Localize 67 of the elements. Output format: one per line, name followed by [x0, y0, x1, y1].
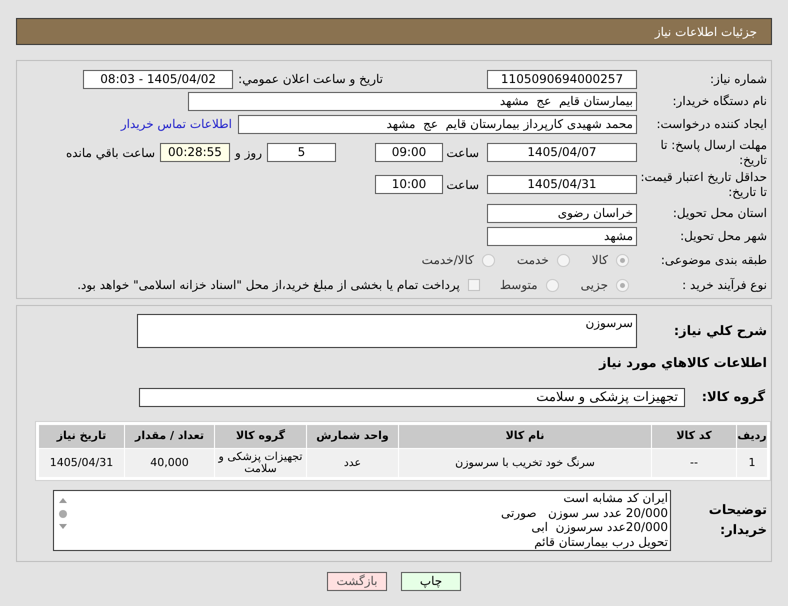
field-label: شماره نياز:	[709, 72, 768, 87]
column-header: تاريخ نياز	[38, 424, 124, 448]
label-text: كالا	[592, 252, 608, 270]
note-line: تحويل درب بيمارستان قائم	[533, 534, 668, 549]
text-field[interactable]: 1405/04/07	[487, 143, 637, 162]
label-text: ساعت باقي مانده	[66, 144, 155, 162]
text-field[interactable]: بيمارستان قايم عج مشهد	[188, 92, 637, 112]
field-label: استان محل تحويل:	[672, 206, 768, 221]
label-text: جزيی	[580, 277, 608, 294]
text-field[interactable]: 00:28:55	[160, 143, 230, 162]
field-label: ايجاد كننده درخواست:	[655, 116, 768, 132]
table-cell: عدد	[306, 448, 398, 478]
description-field[interactable]: سرسوزن	[137, 314, 637, 348]
table-cell: 1405/04/31	[38, 448, 124, 478]
text-field[interactable]: 1405/04/02 - 08:03	[83, 70, 234, 89]
text-field[interactable]: مشهد	[487, 227, 637, 246]
column-header: تعداد / مقدار	[124, 424, 214, 448]
text-field[interactable]: 1405/04/31	[487, 175, 637, 194]
table-cell: 1	[736, 448, 768, 478]
text-field[interactable]: 1105090694000257	[487, 70, 637, 89]
text-field[interactable]: تجهيزات پزشكی و سلامت	[139, 388, 685, 407]
text-field[interactable]: 5	[267, 143, 336, 162]
label-text: كالا/خدمت	[422, 252, 474, 270]
radio-button[interactable]	[482, 254, 495, 267]
label-text: متوسط	[500, 277, 538, 294]
label-text: ساعت	[445, 144, 479, 162]
field-label: شهر محل تحويل:	[679, 229, 768, 244]
column-header: واحد شمارش	[306, 424, 398, 448]
note-line: ايران كد مشابه است	[562, 491, 668, 506]
text-field[interactable]: محمد شهيدی كارپرداز بيمارستان قايم عج مشهد	[238, 114, 637, 134]
radio-button[interactable]	[616, 278, 629, 292]
label-text: روز و	[235, 144, 262, 162]
table-cell: تجهيزات پزشكی و سلامت	[214, 448, 306, 478]
note-line: 20/000 عدد سر سوزن صورتی	[501, 506, 668, 520]
header-title: جزئيات اطلاعات نياز	[654, 24, 757, 40]
field-label: شرح كلي نياز:	[672, 323, 768, 341]
field-label: مهلت ارسال پاسخ: تا تاريخ:	[659, 138, 768, 168]
table-cell: --	[652, 448, 736, 478]
text-field[interactable]: خراسان رضوی	[487, 204, 637, 223]
notes-field[interactable]: ايران كد مشابه است 20/000 عدد سر سوزن صورتی 20/000عدد سرسوزن ابی تحويل درب بيمارستان قائم	[53, 490, 671, 551]
checkbox[interactable]	[468, 279, 480, 292]
field-label: تاريخ و ساعت اعلان عمومي:	[238, 71, 383, 88]
label-text: پرداخت تمام يا بخشی از مبلغ خريد،از محل "اسناد خزانه اسلامی" خواهد بود.	[77, 277, 460, 294]
label-text: خدمت	[516, 252, 549, 270]
section-title: اطلاعات كالاهاي مورد نياز	[598, 355, 768, 373]
field-label: گروه كالا:	[700, 388, 766, 406]
field-label: نام دستگاه خريدار:	[672, 94, 768, 110]
radio-button[interactable]	[546, 278, 559, 292]
radio-button[interactable]	[556, 254, 570, 267]
field-label: توضيحات خريدار:	[708, 502, 768, 540]
column-header: كد كالا	[652, 424, 736, 448]
text-field[interactable]: 10:00	[375, 175, 443, 194]
radio-button[interactable]	[616, 254, 629, 267]
contact-link[interactable]: اطلاعات تماس خريدار	[120, 115, 232, 134]
field-label: طبقه بندی موضوعی:	[660, 252, 768, 268]
column-header: رديف	[736, 424, 768, 448]
label-text: ساعت	[445, 176, 479, 194]
field-label: نوع فرآيند خريد :	[681, 278, 768, 293]
table-cell: سرنگ خود تخريب با سرسوزن	[398, 448, 652, 478]
print-button[interactable]: چاپ	[401, 572, 461, 591]
text-field[interactable]: 09:00	[375, 143, 443, 162]
field-label: حداقل تاريخ اعتبار قيمت: تا تاريخ:	[639, 170, 768, 200]
table-cell: 40,000	[124, 448, 214, 478]
column-header: گروه كالا	[214, 424, 306, 448]
note-line: 20/000عدد سرسوزن ابی	[530, 520, 668, 534]
back-button[interactable]: بازگشت	[327, 572, 387, 591]
column-header: نام كالا	[398, 424, 652, 448]
